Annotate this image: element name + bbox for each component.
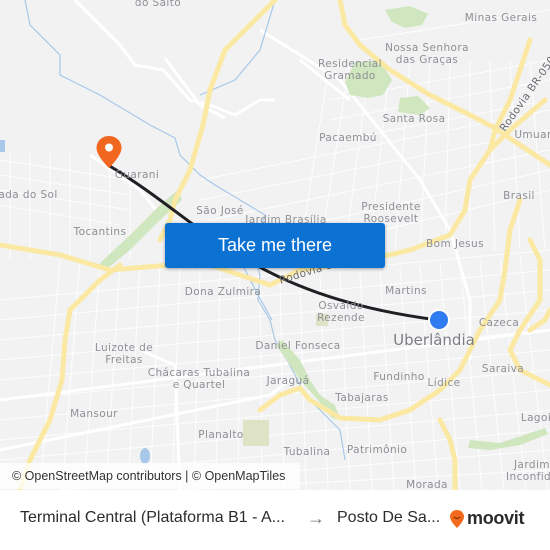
location-dot-icon[interactable] — [428, 309, 450, 331]
map-label-pacaembu: Pacaembú — [319, 132, 377, 144]
moovit-wordmark: moovit — [467, 508, 525, 528]
map-label-tubalina: Tubalina — [283, 446, 331, 458]
map-label-tocantins: Tocantins — [73, 226, 127, 238]
map-label-dona-zulmira: Dona Zulmira — [184, 286, 262, 298]
map-label-umuarama: Umuar — [514, 129, 550, 141]
map-label-chacaras-tubalina: Chácaras Tubalina e Quartel — [147, 367, 251, 391]
map-label-mansour: Mansour — [70, 408, 118, 420]
location-dot-fill — [430, 311, 448, 329]
lake-west — [0, 140, 5, 152]
map-label-morada-do-sol: ada do Sol — [0, 189, 58, 201]
map-label-bom-jesus: Bom Jesus — [426, 238, 484, 250]
map-label-presidente-roosevelt: Presidente Roosevelt — [361, 201, 421, 225]
map-label-lidice: Lídice — [427, 377, 461, 389]
city-label: Uberlândia — [393, 331, 475, 349]
map-label-saraiva: Saraiva — [481, 363, 525, 375]
arrow-right-icon: → — [307, 508, 325, 528]
map-label-cazeca: Cazeca — [478, 317, 520, 329]
map-label-nossa-senhora: Nossa Senhora das Graças — [385, 42, 469, 66]
map-label-martins: Martins — [385, 285, 427, 297]
moovit-pin-icon — [450, 509, 464, 528]
map-label-minas-gerais: Minas Gerais — [464, 12, 538, 24]
map-label-tabajaras: Tabajaras — [335, 392, 389, 404]
origin-stop-name: Terminal Central (Plataforma B1 - A... — [20, 509, 285, 526]
destination-stop-name: Posto De Sa... — [337, 509, 441, 526]
take-me-there-button[interactable]: Take me there — [165, 223, 385, 268]
map-label-residencial-gramado: Residencial Gramado — [318, 58, 382, 82]
map-label-jardim-inconfidencia: Jardim Inconfidê — [506, 459, 550, 483]
map-label-planalto: Planalto — [198, 429, 244, 441]
map-label-do-salto: do Salto — [134, 0, 182, 9]
map-label-sao-jose: São José — [196, 205, 244, 217]
map-label-fundinho: Fundinho — [373, 371, 425, 383]
map-label-daniel-fonseca: Daniel Fonseca — [255, 340, 341, 352]
map-pin-icon[interactable] — [95, 135, 123, 169]
map-label-guarani: Guarani — [114, 169, 160, 181]
map-label-patrimonio: Patrimônio — [346, 444, 408, 456]
route-footer: Terminal Central (Plataforma B1 - A... →… — [0, 490, 550, 550]
map-label-lagoinha: Lagoi — [520, 412, 550, 424]
moovit-logo[interactable]: moovit — [449, 508, 525, 529]
map-attribution[interactable]: © OpenStreetMap contributors | © OpenMap… — [0, 463, 300, 489]
map-label-brasil: Brasil — [503, 190, 535, 202]
map-label-osvaldo-rezende: Osvaldo Rezende — [317, 300, 365, 324]
lake — [140, 448, 150, 464]
map-label-lulzote-de-freitas: Luizote de Freitas — [94, 342, 154, 366]
map-canvas[interactable]: do Salto Minas Gerais Nossa Senhora das Gr… — [0, 0, 550, 490]
map-label-jaragua: Jaraguá — [266, 375, 310, 387]
map-label-santa-rosa: Santa Rosa — [382, 113, 446, 125]
map-label-morada: Morada — [406, 479, 448, 490]
